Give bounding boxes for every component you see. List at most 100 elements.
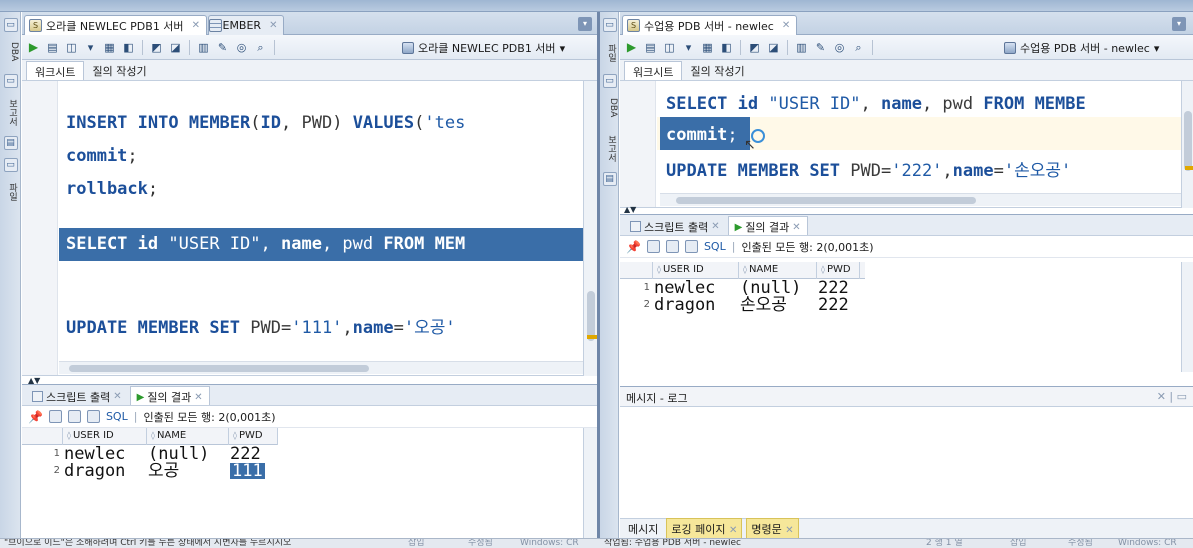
editor-vertical-scrollbar[interactable]	[583, 81, 597, 376]
find-icon[interactable]: ⌕	[253, 40, 268, 55]
rollback-transaction-icon[interactable]: ◪	[766, 40, 781, 55]
tab-statements[interactable]: 명령문 ✕	[746, 517, 799, 538]
export-icon[interactable]	[684, 240, 698, 253]
pin-icon[interactable]: 📌	[626, 240, 641, 254]
left-dock-toggle-2[interactable]: ▭	[2, 74, 19, 88]
left-dock-file-label[interactable]: 파일	[2, 178, 19, 206]
right-result-grid[interactable]: ◊ USER ID ◊ NAME ◊ PWD 1 newlec (null) 222 …	[620, 262, 1179, 372]
close-icon[interactable]: ✕	[782, 20, 790, 31]
commit-transaction-icon[interactable]: ◩	[149, 40, 164, 55]
tab-messages[interactable]: 메시지	[624, 519, 662, 539]
cell-name[interactable]: (null)	[740, 280, 801, 297]
print-icon[interactable]	[646, 240, 660, 253]
code-line-select[interactable]: SELECT id "USER ID", name, pwd FROM MEMB…	[666, 94, 1086, 114]
grid-vertical-scrollbar[interactable]	[1181, 262, 1193, 372]
right-sql-editor[interactable]: SELECT id "USER ID", name, pwd FROM MEMB…	[620, 81, 1181, 208]
run-statement-icon[interactable]: ▶	[624, 40, 639, 55]
left-dock-files[interactable]: ▤	[2, 136, 19, 150]
code-line-3[interactable]: rollback;	[66, 179, 158, 199]
run-script-icon[interactable]: ▤	[643, 40, 658, 55]
cell-pwd[interactable]: 222	[230, 446, 261, 463]
column-name[interactable]: ◊ NAME	[738, 262, 816, 279]
table-row[interactable]: 1 newlec (null) 222	[620, 280, 920, 297]
left-dock-toggle[interactable]: ▭	[2, 18, 19, 32]
code-line-update[interactable]: UPDATE MEMBER SET PWD='222',name='손오공'	[666, 156, 1071, 181]
run-statement-icon[interactable]: ▶	[26, 40, 41, 55]
tab-worksheet[interactable]: 워크시트	[26, 61, 85, 80]
scroll-thumb[interactable]	[587, 291, 595, 341]
autotrace-icon[interactable]: ◧	[719, 40, 734, 55]
code-line-2[interactable]: commit;	[66, 146, 138, 166]
sql-tuning-icon[interactable]: ▥	[196, 40, 211, 55]
close-icon[interactable]: ✕	[711, 221, 719, 232]
minimize-icon[interactable]: ✕ | ▭	[1157, 390, 1187, 403]
print-icon[interactable]	[48, 410, 62, 423]
dropdown-icon[interactable]: ▾	[681, 40, 696, 55]
cell-pwd[interactable]: 222	[818, 297, 849, 314]
connection-selector[interactable]: 수업용 PDB 서버 - newlec ▾	[1000, 39, 1163, 57]
scroll-thumb[interactable]	[69, 365, 369, 372]
export-icon[interactable]	[86, 410, 100, 423]
close-icon[interactable]: ✕	[192, 20, 200, 31]
find-icon[interactable]: ⌕	[851, 40, 866, 55]
left-dock-toggle-3[interactable]: ▭	[2, 158, 19, 172]
tab-query-result[interactable]: ▶ 질의 결과 ✕	[727, 216, 808, 235]
column-user-id[interactable]: ◊ USER ID	[62, 428, 146, 445]
column-pwd[interactable]: ◊ PWD	[228, 428, 278, 445]
run-script-icon[interactable]: ▤	[45, 40, 60, 55]
clear-icon[interactable]: ✎	[813, 40, 828, 55]
sql-tuning-icon[interactable]: ▥	[794, 40, 809, 55]
cell-user-id[interactable]: newlec	[64, 446, 125, 463]
sql-history-icon[interactable]: ◎	[832, 40, 847, 55]
tab-worksheet[interactable]: 워크시트	[624, 61, 683, 80]
clear-icon[interactable]: ✎	[215, 40, 230, 55]
tab-query-result[interactable]: ▶ 질의 결과 ✕	[129, 386, 210, 405]
autotrace-icon[interactable]: ◧	[121, 40, 136, 55]
refresh-icon[interactable]	[665, 240, 679, 253]
tab-class-pdb-worksheet[interactable]: S 수업용 PDB 서버 - newlec ✕	[622, 15, 798, 35]
editor-vertical-scrollbar[interactable]	[1181, 81, 1193, 208]
cell-name[interactable]: (null)	[148, 446, 209, 463]
tab-script-output[interactable]: 스크립트 출력 ✕	[26, 386, 128, 405]
right-dock-reports[interactable]: 보고서	[601, 130, 618, 166]
sql-history-icon[interactable]: ◎	[234, 40, 249, 55]
grid-vertical-scrollbar[interactable]	[583, 428, 597, 538]
explain-plan-icon[interactable]: ▦	[700, 40, 715, 55]
editor-horizontal-scrollbar[interactable]	[660, 193, 1181, 206]
right-dock-toggle[interactable]: ▭	[601, 18, 618, 32]
tab-list-menu-button[interactable]: ▾	[1172, 17, 1186, 31]
column-user-id[interactable]: ◊ USER ID	[652, 262, 738, 279]
table-row[interactable]: 1 newlec (null) 222	[22, 446, 322, 463]
explain-plan-icon[interactable]: ▦	[102, 40, 117, 55]
right-dock-dba-vertical[interactable]: 파일	[601, 38, 618, 68]
sql-link[interactable]: SQL	[106, 410, 128, 423]
cell-name[interactable]: 오공	[148, 463, 179, 480]
tab-member-table[interactable]: MEMBER ✕	[208, 15, 285, 35]
left-dock-reports[interactable]: 보고서	[2, 94, 19, 130]
tab-logging-page[interactable]: 로깅 페이지 ✕	[666, 517, 743, 538]
commit-icon[interactable]: ◫	[662, 40, 677, 55]
close-icon[interactable]: ✕	[269, 20, 277, 31]
commit-icon[interactable]: ◫	[64, 40, 79, 55]
close-icon[interactable]: ✕	[113, 391, 121, 402]
connection-selector[interactable]: 오라클 NEWLEC PDB1 서버 ▾	[398, 39, 569, 57]
code-line-select[interactable]: SELECT id "USER ID", name, pwd FROM MEM	[66, 234, 465, 254]
cell-user-id[interactable]: dragon	[654, 297, 715, 314]
cell-user-id[interactable]: dragon	[64, 463, 125, 480]
commit-transaction-icon[interactable]: ◩	[747, 40, 762, 55]
dropdown-icon[interactable]: ▾	[83, 40, 98, 55]
rollback-transaction-icon[interactable]: ◪	[168, 40, 183, 55]
sql-link[interactable]: SQL	[704, 240, 726, 253]
cell-user-id[interactable]: newlec	[654, 280, 715, 297]
panel-collapse-arrows[interactable]: ▲▼	[624, 205, 636, 214]
close-icon[interactable]: ✕	[792, 222, 800, 233]
column-name[interactable]: ◊ NAME	[146, 428, 228, 445]
scroll-thumb[interactable]	[676, 197, 976, 204]
cell-pwd[interactable]: 222	[818, 280, 849, 297]
close-icon[interactable]: ✕	[194, 392, 202, 403]
right-dock-dba[interactable]: DBA	[601, 94, 618, 122]
left-sql-editor[interactable]: INSERT INTO MEMBER(ID, PWD) VALUES('tes …	[22, 81, 583, 376]
close-icon[interactable]: ✕	[729, 525, 737, 536]
tab-script-output[interactable]: 스크립트 출력 ✕	[624, 216, 726, 235]
right-dock-toggle-2[interactable]: ▭	[601, 74, 618, 88]
